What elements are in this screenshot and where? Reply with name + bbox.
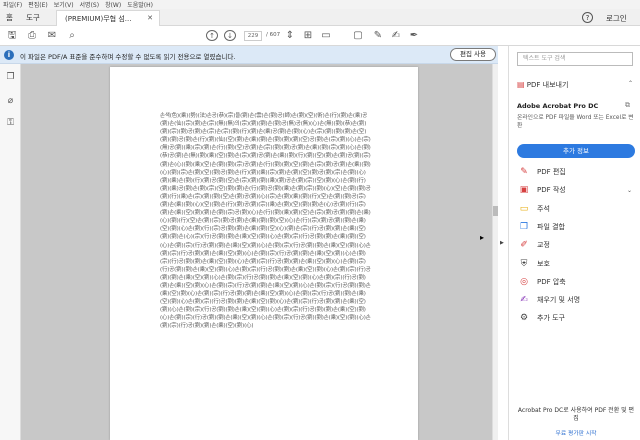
tool-search-input[interactable]: 텍스트 도구 검색	[517, 52, 633, 66]
read-mode-icon[interactable]: ▭	[320, 30, 332, 41]
menu-window[interactable]: 창(W)	[105, 0, 121, 9]
edit-pdf-icon: ✎	[520, 167, 528, 177]
toolbar: 🖫 ⎙ ✉ ⌕ ↑ ↓ 229 / 607 ⇕ ⊞ ▭ ▢ ✎ ✍ ✒	[0, 26, 640, 46]
tab-home[interactable]: 홈	[6, 12, 13, 23]
pdfa-banner: i 이 파일은 PDF/A 표준을 준수하며 수정할 수 없도록 읽기 전용으로…	[0, 46, 498, 64]
vertical-scrollbar[interactable]	[492, 64, 498, 440]
tool-label: 파일 결합	[537, 222, 565, 231]
menu-file[interactable]: 파일(F)	[3, 0, 22, 9]
export-pdf-tool[interactable]: ▤ PDF 내보내기 ⌃	[517, 80, 633, 90]
print-icon[interactable]: ⎙	[26, 30, 38, 41]
fit-page-icon[interactable]: ⇕	[284, 30, 296, 41]
tool-label: 주석	[537, 204, 550, 213]
left-navigation-rail: ❐ ⌀ ⚿	[0, 64, 21, 440]
export-pdf-label: PDF 내보내기	[526, 81, 569, 89]
comment-icon[interactable]: ▢	[352, 30, 364, 41]
draw-icon[interactable]: ✍	[390, 30, 402, 41]
tab-tools[interactable]: 도구	[26, 12, 40, 23]
redact-icon: ✐	[520, 240, 528, 251]
page-down-icon[interactable]: ↓	[224, 30, 236, 41]
product-title: Adobe Acrobat Pro DC	[517, 102, 599, 110]
free-trial-link[interactable]: 무료 평가판 시작	[517, 428, 635, 437]
attachment-icon[interactable]: ⌀	[5, 96, 16, 107]
chevron-down-icon[interactable]: ⌃	[628, 80, 633, 87]
combine-files-icon: ❐	[519, 221, 529, 232]
tools-pane: 텍스트 도구 검색 ▤ PDF 내보내기 ⌃ Adobe Acrobat Pro…	[508, 46, 640, 440]
menu-help[interactable]: 도움말(H)	[127, 0, 153, 9]
menu-bar: 파일(F) 편집(E) 보기(V) 서명(S) 창(W) 도움말(H)	[0, 0, 640, 9]
close-icon[interactable]: ✕	[147, 14, 153, 22]
page-number-input[interactable]: 229	[244, 31, 262, 41]
tool-compress-pdf[interactable]: ◎ PDF 압축	[517, 276, 637, 288]
tool-label: 보호	[537, 259, 550, 268]
compress-pdf-icon: ◎	[520, 276, 528, 287]
tool-protect[interactable]: ⛨ 보호	[517, 258, 637, 270]
document-page: 손색(色)(乘)(勢)(法)손공(恭)(宗)을(劉)손(雲)손(劉)공(師)손(…	[110, 67, 418, 440]
tool-combine-files[interactable]: ❐ 파일 결합	[517, 221, 637, 233]
menu-sign[interactable]: 서명(S)	[80, 0, 100, 9]
info-icon: i	[4, 50, 14, 60]
banner-message: 이 파일은 PDF/A 표준을 준수하며 수정할 수 없도록 읽기 전용으로 열…	[20, 53, 236, 61]
login-button[interactable]: 로그인	[606, 13, 627, 24]
mouse-cursor-icon: ▸	[480, 233, 485, 242]
comment-icon: ▭	[519, 203, 529, 214]
tool-create-pdf[interactable]: ▣ PDF 작성 ⌄	[517, 184, 637, 196]
page-up-icon[interactable]: ↑	[206, 30, 218, 41]
page-thumbnails-icon[interactable]: ❐	[5, 72, 16, 83]
document-viewport[interactable]: 손색(色)(乘)(勢)(法)손공(恭)(宗)을(劉)손(雲)손(劉)공(師)손(…	[21, 64, 492, 440]
collapse-right-panel-icon[interactable]: ▶	[500, 240, 504, 246]
page-total: / 607	[266, 32, 281, 38]
tool-fill-sign[interactable]: ✍ 채우기 및 서명	[517, 294, 637, 306]
enable-editing-button[interactable]: 편집 사용	[450, 48, 496, 61]
tool-label: PDF 편집	[537, 168, 566, 176]
search-icon[interactable]: ⌕	[66, 30, 78, 41]
protect-icon: ⛨	[520, 258, 528, 269]
help-icon[interactable]: ?	[582, 12, 593, 23]
product-description: 온라인으로 PDF 파일을 Word 또는 Excel로 변환	[517, 115, 634, 129]
tool-label: 채우기 및 서명	[537, 296, 581, 305]
menu-edit[interactable]: 편집(E)	[28, 0, 48, 9]
more-info-button[interactable]: 추가 정보	[517, 144, 635, 158]
more-tools-icon: ⚙	[519, 313, 529, 324]
create-pdf-icon: ▣	[519, 185, 529, 196]
copy-icon: ⧉	[625, 101, 630, 109]
tool-comment[interactable]: ▭ 주석	[517, 203, 637, 215]
menu-view[interactable]: 보기(V)	[54, 0, 74, 9]
page-text: 손색(色)(乘)(勢)(法)손공(恭)(宗)을(劉)손(雲)손(劉)공(師)손(…	[160, 113, 371, 330]
fill-sign-icon: ✍	[520, 295, 528, 306]
sign-icon[interactable]: ✒	[408, 30, 420, 41]
fit-width-icon[interactable]: ⊞	[302, 30, 314, 41]
tool-label: PDF 작성	[537, 186, 566, 195]
scrollbar-thumb[interactable]	[493, 206, 498, 216]
tool-label: 교정	[537, 241, 550, 250]
tool-more-tools[interactable]: ⚙ 추가 도구	[517, 312, 637, 324]
tool-label: PDF 압축	[537, 277, 566, 286]
tool-label: 추가 도구	[537, 314, 565, 323]
export-pdf-icon: ▤	[517, 80, 525, 89]
tool-redact[interactable]: ✐ 교정	[517, 239, 637, 251]
highlight-icon[interactable]: ✎	[372, 30, 384, 41]
tool-edit-pdf[interactable]: ✎ PDF 편집	[517, 166, 637, 178]
document-tab[interactable]: (PREMIUM)무협 섬... ✕	[56, 10, 160, 26]
tab-row: 홈 도구 (PREMIUM)무협 섬... ✕ ? 로그인	[0, 9, 640, 26]
chevron-down-icon[interactable]: ⌄	[627, 187, 632, 194]
document-tab-label: (PREMIUM)무협 섬...	[65, 14, 132, 23]
email-icon[interactable]: ✉	[46, 30, 58, 41]
promo-title: Acrobat Pro DC로 사용하여 PDF 전환 및 편집	[517, 407, 635, 422]
save-icon[interactable]: 🖫	[6, 30, 18, 41]
security-icon[interactable]: ⚿	[5, 118, 16, 129]
